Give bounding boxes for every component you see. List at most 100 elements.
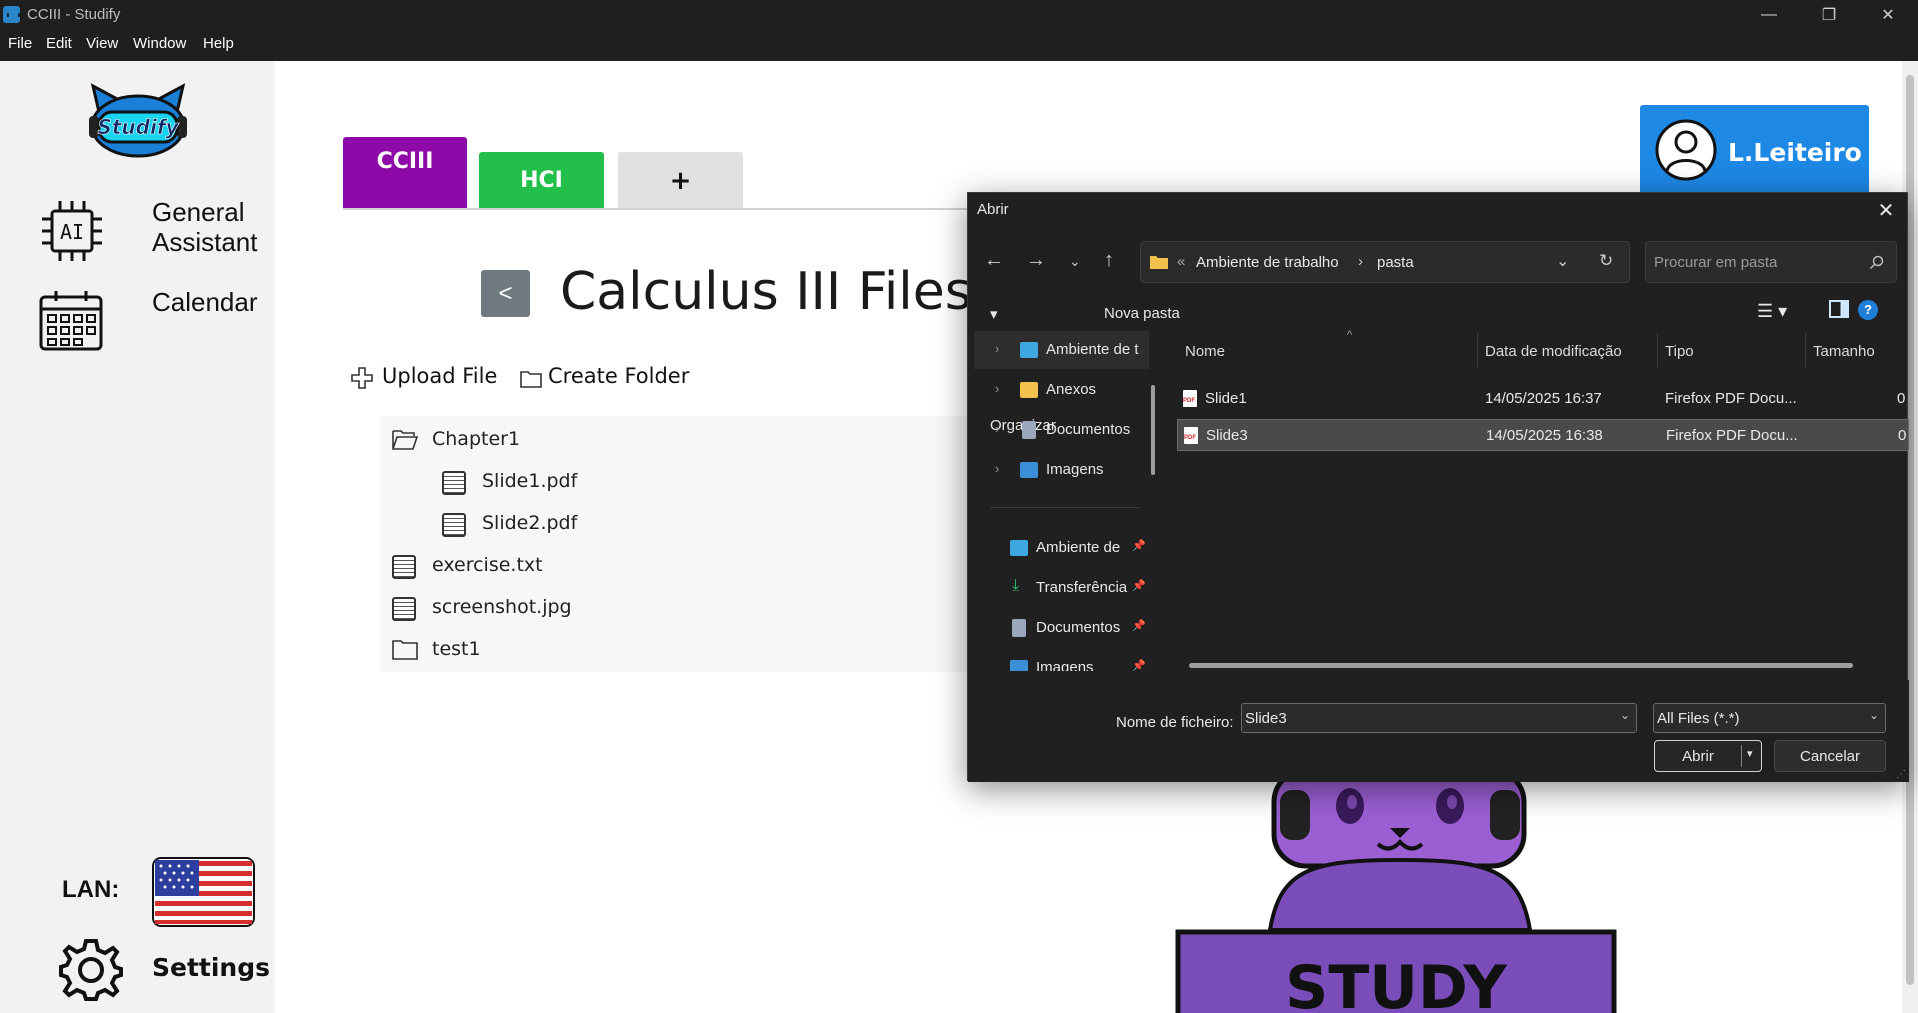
back-button[interactable]: < <box>481 270 530 317</box>
create-folder-button[interactable]: Create Folder <box>520 364 689 388</box>
tree-row-test1[interactable]: test1 <box>392 636 872 672</box>
view-options-icon[interactable]: ☰ ▾ <box>1757 301 1787 322</box>
nav-item-imagens[interactable]: › Imagens <box>974 451 1149 489</box>
sidebar-item-calendar[interactable]: Calendar <box>152 287 258 318</box>
tree-row-chapter1[interactable]: Chapter1 <box>392 426 872 462</box>
chevron-down-icon[interactable]: ⌄ <box>1620 708 1630 722</box>
tab-cciii[interactable]: CCIII <box>343 137 467 209</box>
file-type: Firefox PDF Docu... <box>1666 427 1798 444</box>
menu-view[interactable]: View <box>86 35 118 52</box>
tree-row-slide1[interactable]: Slide1.pdf <box>442 468 872 504</box>
tree-row-screenshot[interactable]: screenshot.jpg <box>392 594 872 630</box>
close-window-button[interactable]: ✕ <box>1860 0 1916 29</box>
file-row-slide1[interactable]: Slide1 14/05/2025 16:37 Firefox PDF Docu… <box>1177 383 1909 415</box>
breadcrumb-overflow[interactable]: « <box>1177 253 1185 270</box>
nav-item-desktop[interactable]: › Ambiente de t <box>974 331 1149 369</box>
dialog-close-button[interactable]: ✕ <box>1871 195 1901 225</box>
filename-input[interactable]: Slide3 ⌄ <box>1241 703 1637 733</box>
address-dropdown-icon[interactable]: ⌄ <box>1556 251 1569 271</box>
forward-arrow-icon[interactable]: → <box>1026 249 1046 272</box>
nav-item-documentos[interactable]: › Documentos <box>974 411 1149 449</box>
open-options-chevron-icon[interactable]: ▾ <box>1747 747 1753 760</box>
folder-icon <box>1020 382 1038 398</box>
expand-chevron-icon[interactable]: › <box>995 461 999 476</box>
pin-icon: 📌 <box>1132 620 1146 632</box>
address-bar[interactable]: « Ambiente de trabalho › pasta ⌄ ↻ <box>1140 241 1630 283</box>
column-header-name[interactable]: Nome <box>1185 343 1225 360</box>
breadcrumb-pasta[interactable]: pasta <box>1377 254 1414 271</box>
settings-button[interactable]: Settings <box>152 953 270 982</box>
quick-access-label: Ambiente de <box>1036 539 1121 556</box>
app-icon <box>3 6 20 23</box>
menu-edit[interactable]: Edit <box>46 35 72 52</box>
tree-item-label: Slide2.pdf <box>482 512 578 534</box>
upload-file-button[interactable]: Upload File <box>350 364 497 389</box>
file-modified: 14/05/2025 16:38 <box>1486 427 1603 444</box>
expand-chevron-icon[interactable]: › <box>995 341 999 356</box>
gear-icon[interactable] <box>58 937 124 1003</box>
quick-access-pictures[interactable]: Imagens 📌 <box>974 649 1149 671</box>
create-folder-label: Create Folder <box>548 364 690 388</box>
profile-button[interactable]: L.Leiteiro <box>1640 105 1869 195</box>
column-separator <box>1657 333 1658 367</box>
nav-scrollbar[interactable] <box>1149 331 1157 671</box>
help-icon[interactable]: ? <box>1858 300 1878 320</box>
filetype-select[interactable]: All Files (*.*) ⌄ <box>1653 703 1886 733</box>
nav-item-label: Imagens <box>1046 461 1104 478</box>
organize-menu[interactable]: Organizar ▾ <box>990 305 1056 434</box>
nav-item-label: Anexos <box>1046 381 1097 398</box>
close-icon: ✕ <box>1877 199 1895 222</box>
column-header-modified[interactable]: Data de modificação <box>1485 343 1622 360</box>
quick-access-desktop[interactable]: Ambiente de 📌 <box>974 529 1149 567</box>
open-button[interactable]: Abrir ▾ <box>1654 740 1762 772</box>
pin-icon: 📌 <box>1132 540 1146 552</box>
quick-access-downloads[interactable]: ⤓ Transferência 📌 <box>974 569 1149 607</box>
folder-icon <box>392 640 418 660</box>
tree-row-slide2[interactable]: Slide2.pdf <box>442 510 872 546</box>
menu-window[interactable]: Window <box>133 35 186 52</box>
recent-locations-chevron-icon[interactable]: ⌄ <box>1069 253 1081 270</box>
expand-chevron-icon[interactable]: › <box>995 421 999 436</box>
menu-file[interactable]: File <box>8 35 32 52</box>
tree-item-label: test1 <box>432 638 481 660</box>
tab-hci[interactable]: HCI <box>479 152 604 209</box>
cancel-button[interactable]: Cancelar <box>1774 740 1886 772</box>
column-header-type[interactable]: Tipo <box>1665 343 1694 360</box>
pin-icon: 📌 <box>1132 580 1146 592</box>
dialog-title: Abrir <box>977 201 1009 218</box>
back-arrow-icon[interactable]: ← <box>984 249 1004 272</box>
breadcrumb-desktop[interactable]: Ambiente de trabalho <box>1196 254 1339 271</box>
minimize-button[interactable]: — <box>1741 0 1797 29</box>
search-box[interactable]: Procurar em pasta <box>1645 241 1897 283</box>
tree-row-exercise[interactable]: exercise.txt <box>392 552 872 588</box>
horizontal-scrollbar[interactable] <box>1189 663 1853 668</box>
sidebar-item-general-assistant[interactable]: General Assistant <box>152 197 258 257</box>
file-row-slide3[interactable]: Slide3 14/05/2025 16:38 Firefox PDF Docu… <box>1177 419 1909 451</box>
nav-item-anexos[interactable]: › Anexos <box>974 371 1149 409</box>
add-tab-button[interactable]: + <box>618 152 743 209</box>
window-titlebar: CCIII - Studify — ❐ ✕ <box>0 0 1918 29</box>
up-arrow-icon[interactable]: ↑ <box>1104 249 1114 272</box>
preview-pane-icon[interactable] <box>1829 300 1849 318</box>
menu-help[interactable]: Help <box>203 35 234 52</box>
resize-grip-icon[interactable]: ⋰ <box>1896 769 1906 780</box>
sort-ascending-icon: ^ <box>1347 329 1353 341</box>
refresh-icon[interactable]: ↻ <box>1599 251 1613 271</box>
tree-item-label: exercise.txt <box>432 554 543 576</box>
filename-value: Slide3 <box>1245 710 1287 727</box>
file-icon <box>392 555 416 579</box>
download-icon: ⤓ <box>1012 577 1020 594</box>
language-label: LAN: <box>62 876 120 903</box>
column-header-size[interactable]: Tamanho <box>1813 343 1875 360</box>
quick-access-documents[interactable]: Documentos 📌 <box>974 609 1149 647</box>
us-flag-icon[interactable] <box>152 857 255 927</box>
maximize-button[interactable]: ❐ <box>1801 0 1857 29</box>
folder-open-icon <box>392 430 418 450</box>
new-folder-button[interactable]: Nova pasta <box>1104 305 1180 322</box>
pictures-icon <box>1010 660 1028 671</box>
file-name: Slide1 <box>1205 390 1247 407</box>
expand-chevron-icon[interactable]: › <box>995 381 999 396</box>
studify-logo: Studify <box>89 83 187 158</box>
nav-scrollbar-thumb[interactable] <box>1151 385 1155 475</box>
quick-access-label: Documentos <box>1036 619 1121 636</box>
